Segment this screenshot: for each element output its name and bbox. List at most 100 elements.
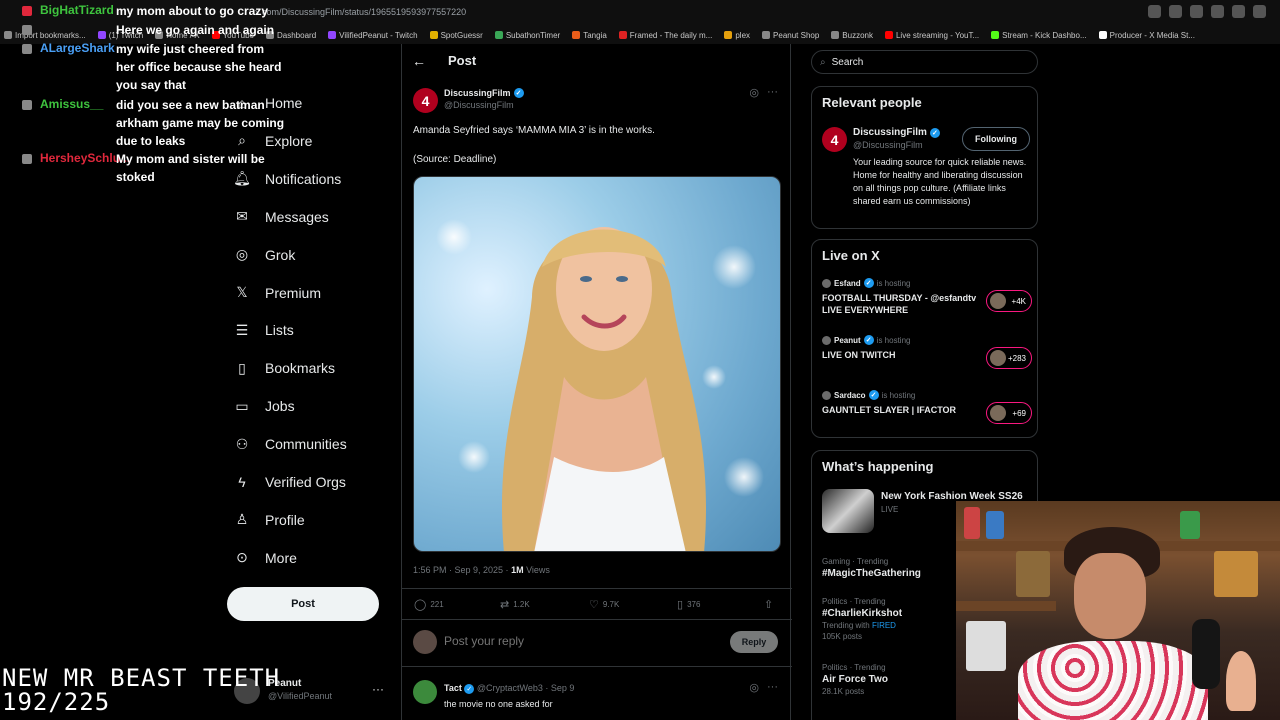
author-name[interactable]: DiscussingFilm	[444, 88, 511, 98]
bookmark-label: Stream - Kick Dashbo...	[1002, 30, 1087, 40]
post-timestamp[interactable]: 1:56 PM · Sep 9, 2025 · 1M Views	[413, 565, 550, 575]
bookmark-item[interactable]: plex	[724, 31, 750, 40]
bookmark-item[interactable]: SpotGuessr	[429, 30, 483, 40]
bookmark-item[interactable]: Stream - Kick Dashbo...	[991, 30, 1087, 40]
comment-handle-date[interactable]: @CryptactWeb3 · Sep 9	[477, 683, 575, 693]
star-icon[interactable]	[1190, 5, 1203, 18]
nav-item-more[interactable]: ⊙ More	[232, 543, 392, 573]
relevant-avatar[interactable]: 4	[822, 127, 847, 152]
profile-icon[interactable]	[1232, 5, 1245, 18]
back-arrow-icon[interactable]: ←	[412, 53, 426, 69]
url-text[interactable]: x.com/DiscussingFilm/status/196551959397…	[255, 7, 466, 17]
chat-username: ALargeShark	[40, 41, 115, 55]
trend-item[interactable]: Gaming · Trending #MagicTheGathering	[822, 557, 962, 579]
featured-trend-image[interactable]	[822, 489, 874, 533]
relevant-name[interactable]: DiscussingFilm	[853, 127, 927, 138]
relevant-handle[interactable]: @DiscussingFilm	[853, 140, 923, 150]
trend-posts: 28.1K posts	[822, 687, 865, 696]
extension-icon[interactable]	[1211, 5, 1224, 18]
trend-related[interactable]: FIRED	[872, 621, 896, 630]
bookmark-label: Framed - The daily m...	[629, 30, 713, 40]
live-on-x-card: Live on X Esfand ✓ is hosting FOOTBALL THUR…	[811, 239, 1038, 438]
bookmark-favicon-icon	[991, 31, 1000, 39]
repost-action[interactable]: ⇄ 1.2K	[500, 598, 530, 611]
author-handle[interactable]: @DiscussingFilm	[444, 100, 514, 110]
nav-label: Bookmarks	[265, 360, 336, 377]
trend-name[interactable]: Air Force Two	[822, 674, 962, 685]
action-bar: ◯ 221 ⇄ 1.2K ♡ 9.7K ▯ 376 ⇧	[402, 588, 792, 620]
nav-item-messages[interactable]: ✉ Messages	[232, 202, 392, 232]
nav-item-verified-orgs[interactable]: ϟ Verified Orgs	[232, 467, 392, 497]
bookmark-favicon-icon	[762, 31, 771, 39]
more-icon[interactable]: ···	[767, 681, 778, 694]
bookmark-favicon-icon	[724, 31, 733, 39]
author-name-row[interactable]: DiscussingFilm ✓	[444, 88, 524, 98]
bookmark-item[interactable]: Framed - The daily m...	[618, 30, 713, 40]
bookmark-count: 376	[687, 600, 701, 609]
trend-item[interactable]: Politics · Trending #CharlieKirkshot Tre…	[822, 597, 962, 641]
nav-item-jobs[interactable]: ▭ Jobs	[232, 391, 392, 421]
bookmark-item[interactable]: Peanut Shop	[762, 31, 819, 40]
reply-button[interactable]: Reply	[730, 631, 778, 653]
screenshot-icon[interactable]	[1148, 5, 1161, 18]
nav-item-profile[interactable]: ♙ Profile	[232, 505, 392, 535]
bookmark-item[interactable]: Live streaming - YouT...	[884, 31, 979, 40]
more-icon[interactable]: ···	[767, 86, 778, 99]
compose-post-button[interactable]: Post	[227, 587, 379, 621]
comment-header[interactable]: Tact ✓ @CryptactWeb3 · Sep 9	[444, 683, 574, 694]
bookmark-item[interactable]: SubathonTimer	[494, 30, 561, 40]
bookmark-item[interactable]: Buzzonk	[831, 31, 873, 40]
like-count: 9.7K	[602, 600, 620, 609]
post-image[interactable]	[413, 176, 781, 552]
list-icon: ☰	[235, 321, 249, 338]
nav-item-communities[interactable]: ⚇ Communities	[232, 429, 392, 459]
live-listener-count[interactable]: +69	[986, 402, 1032, 424]
trend-name[interactable]: #CharlieKirkshot	[822, 608, 962, 619]
live-item[interactable]: Sardaco ✓ is hosting GAUNTLET SLAYER | IFAC…	[822, 390, 1032, 430]
search-input[interactable]	[831, 56, 1022, 68]
reply-input[interactable]	[444, 634, 694, 648]
live-listener-count[interactable]: +4K	[986, 290, 1032, 312]
share-action[interactable]: ⇧	[764, 598, 773, 611]
live-listener-count[interactable]: +283	[986, 347, 1032, 369]
nav-item-bookmarks[interactable]: ▯ Bookmarks	[232, 353, 392, 383]
account-more-icon[interactable]: ···	[372, 682, 384, 696]
following-button[interactable]: Following	[962, 127, 1030, 151]
grok-icon[interactable]: ◎	[749, 86, 759, 99]
download-icon[interactable]	[1169, 5, 1182, 18]
trend-name[interactable]: #MagicTheGathering	[822, 568, 962, 579]
bookmark-item[interactable]: VilifiedPeanut - Twitch	[328, 31, 418, 40]
relevant-name-row[interactable]: DiscussingFilm ✓	[853, 127, 940, 138]
live-title[interactable]: LIVE ON TWITCH	[822, 349, 977, 361]
nav-item-premium[interactable]: 𝕏 Premium	[232, 278, 392, 308]
menu-icon[interactable]	[1253, 5, 1266, 18]
collectible-figure	[1180, 511, 1200, 539]
bookmark-item[interactable]: Import bookmarks...	[4, 31, 86, 40]
bookmark-item[interactable]: Tangia	[572, 31, 607, 40]
grok-icon: ◎	[235, 246, 249, 263]
nav-item-grok[interactable]: ◎ Grok	[232, 240, 392, 270]
comment-name[interactable]: Tact	[444, 683, 462, 693]
trend-posts: 105K posts	[822, 632, 863, 641]
bookmark-item[interactable]: Producer - X Media St...	[1098, 31, 1195, 40]
comment-avatar[interactable]	[413, 680, 437, 704]
bookmark-action[interactable]: ▯ 376	[677, 598, 700, 611]
live-host-name: Esfand	[834, 278, 861, 288]
live-count-label: +283	[1007, 353, 1026, 363]
live-title[interactable]: GAUNTLET SLAYER | IFACTOR	[822, 404, 977, 416]
reply-action[interactable]: ◯ 221	[414, 598, 444, 611]
collectible-figure	[964, 507, 980, 539]
live-title[interactable]: FOOTBALL THURSDAY - @esfandtv LIVE EVERY…	[822, 292, 977, 316]
bookmark-label: SpotGuessr	[440, 30, 483, 40]
like-action[interactable]: ♡ 9.7K	[589, 598, 619, 611]
post-text: Amanda Seyfried says ‘MAMMA MIA 3’ is in…	[413, 125, 655, 136]
grok-icon[interactable]: ◎	[749, 681, 759, 694]
bookmark-label: SubathonTimer	[505, 30, 561, 40]
nav-item-lists[interactable]: ☰ Lists	[232, 315, 392, 345]
live-item[interactable]: Esfand ✓ is hosting FOOTBALL THURSDAY - @es…	[822, 278, 1032, 318]
trend-item[interactable]: Politics · Trending Air Force Two 28.1K …	[822, 663, 962, 696]
live-item[interactable]: Peanut ✓ is hosting LIVE ON TWITCH +283	[822, 335, 1032, 375]
author-avatar[interactable]: 4	[413, 88, 438, 113]
bookmark-icon: ▯	[238, 359, 246, 376]
search-box[interactable]: ⌕	[811, 50, 1038, 74]
